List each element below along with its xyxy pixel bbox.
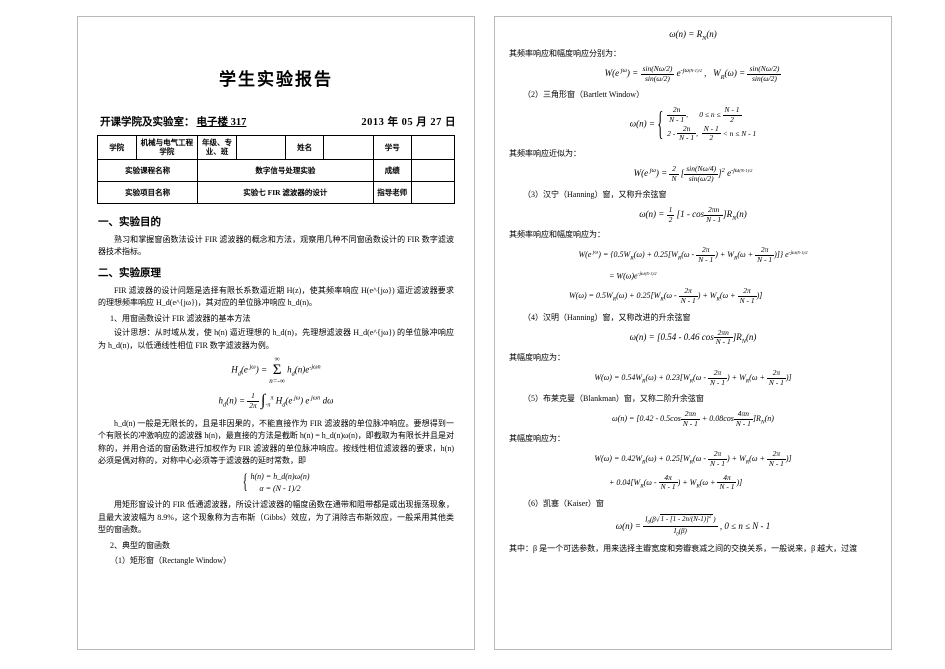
equation-bartlett-response: W(e jω) = 2N [sin(Nω/4) sin(ω/2)]2 e-jω(N… [633,163,753,183]
cell-college-label: 学院 [97,135,137,160]
cell-score-label: 成绩 [372,158,413,182]
equation-hd-dtft: Hd(e jω) = ∞ Σn=-∞ hd(n)e-jωn [231,355,321,386]
cell-grade-major-label: 年级、专业、班 [197,135,237,160]
cell-project-value: 实验七 FIR 滤波器的设计 [197,180,374,204]
equation-hamming-amp: W(ω) = 0.54WR(ω) + 0.23[WR(ω - 2π N - 1) … [594,367,792,387]
cell-project-label: 实验项目名称 [96,180,199,204]
equation-system-line2: α = (N - 1)/2 [259,484,301,494]
label-amp-response-4: 其幅度响应为： [509,352,565,362]
cell-teacher-label: 指导老师 [372,180,413,204]
principle-paragraph-1: FIR 滤波器的设计问题是选择有限长系数逼近期 H(z)，使其频率响应 H(e^… [98,286,454,308]
window-bartlett-title: （2）三角形窗（Bartlett Window） [523,90,645,100]
left-body: 一、实验目的 熟习和掌握窗函数法设计 FIR 滤波器的概念和方法，观察用几种不同… [78,204,474,568]
equation-hanning-response-2: = W(ω)e-jω(N-1)/2 [609,270,657,281]
equation-bartlett: ω(n) = 2nN - 1, 0 ≤ n ≤ N - 12 2 - 2nN -… [509,106,877,143]
cell-id-label: 学号 [372,135,413,160]
window-kaiser-title: （6）凯塞（Kaiser）窗 [523,498,604,508]
right-page-sheet: ω(n) = RN(n) 其频率响应和幅度响应分别为： W(e jω) = si… [494,16,892,650]
info-table: 学院 机械与电气工程学院 年级、专业、班 姓名 学号 实验课程名称 数字信号处理… [96,135,455,204]
label-freq-amp-response-3: 其频率响应和幅度响应为： [509,230,605,240]
equation-hd-idtft: hd(n) = 1 2π ∫-ππ Hd(e jω) e jωn dω [218,391,334,410]
window-blackman-title: （5）布莱克曼（Blankman）窗，又称二阶升余弦窗 [523,394,704,404]
equation-hanning-response-1: W(e jω) = {0.5WR(ω) + 0.25[WR(ω - 2π N - … [578,245,808,265]
equation-system-line1: h(n) = h_d(n)ω(n) [250,472,310,482]
window-rectangle-title: （1）矩形窗（Rectangle Window） [110,555,232,565]
section-heading-purpose: 一、实验目的 [98,216,161,228]
cell-college-value: 机械与电气工程学院 [135,135,199,160]
subsection-2-title: 2、典型的窗函数 [110,540,170,550]
window-hanning-title: （3）汉宁（Hanning）窗，又称升余弦窗 [523,190,667,200]
cell-teacher-value [411,180,455,204]
meta-label: 开课学院及实验室： [100,117,195,128]
table-row: 实验项目名称 实验七 FIR 滤波器的设计 指导老师 [96,180,455,204]
table-row: 实验课程名称 数字信号处理实验 成绩 [96,158,455,182]
cell-grade-major-value [235,135,286,160]
page-title: 学生实验报告 [219,70,333,89]
cell-course-value: 数字信号处理实验 [197,158,374,182]
equation-blackman-amp-2: + 0.04[WR(ω - 4π N - 1) + WR(ω + 4π N - 1)… [609,472,743,492]
kaiser-footer-note: 其中：β 是一个可选参数，用来选择主瓣宽度和旁瓣衰减之间的交换关系，一般说来，β… [509,544,858,554]
purpose-paragraph: 熟习和掌握窗函数法设计 FIR 滤波器的概念和方法，观察用几种不同窗函数设计的 … [98,235,454,257]
cell-name-value [323,135,374,160]
cell-score-value [411,158,455,182]
equation-system: h(n) = h_d(n)ω(n) α = (N - 1)/2 [98,471,454,495]
right-body: ω(n) = RN(n) 其频率响应和幅度响应分别为： W(e jω) = si… [495,17,891,555]
subsection-1-title: 1、用窗函数设计 FIR 滤波器的基本方法 [110,313,251,323]
equation-hamming: ω(n) = [0.54 - 0.46 cos 2πn N - 1]RN(n) [629,327,757,347]
label-amp-response-5: 其幅度响应为： [509,434,565,444]
meta-date: 2013 年 05 月 27 日 [361,117,456,128]
subsection-1-paragraph: 设计思想：从时域从发，使 h(n) 逼近理想的 h_d(n)，先理想滤波器 H_… [98,328,454,350]
table-row: 学院 机械与电气工程学院 年级、专业、班 姓名 学号 [97,135,455,160]
equation-blackman-amp-1: W(ω) = 0.42WR(ω) + 0.25[WR(ω - 2π N - 1) … [594,449,792,469]
equation-rect-window: ω(n) = RN(n) [669,29,717,42]
cell-course-label: 实验课程名称 [96,158,199,182]
meta-value: 电子楼 317 [196,117,247,128]
equation-hanning-response-3: W(ω) = 0.5WR(ω) + 0.25[WR(ω - 2π N - 1) +… [569,286,763,306]
document-page: 学生实验报告 开课学院及实验室： 电子楼 317 2013 年 05 月 27 … [0,0,945,669]
subsection-1-paragraph-3: 用矩形窗设计的 FIR 低通滤波器，所设计滤波器的幅度函数在通带和阻带都是或出现… [98,500,454,535]
cell-id-value [411,135,455,160]
left-page-sheet: 学生实验报告 开课学院及实验室： 电子楼 317 2013 年 05 月 27 … [77,16,475,650]
label-freq-amp-response-1: 其频率响应和幅度响应分别为： [509,49,621,59]
equation-hanning: ω(n) = 12 [1 - cos 2πn N - 1]RN(n) [639,205,747,224]
subsection-1-paragraph-2: h_d(n) 一般是无限长的，且是非因果的，不能直接作为 FIR 滤波器的单位脉… [98,418,454,465]
equation-kaiser: ω(n) = I0(β√1 - [1 - 2n/(N-1)]2) I0(β) ,… [615,514,771,538]
equation-kaiser-head: ω(n) = [615,520,641,531]
window-hamming-title: （4）汉明（Hanning）窗，又称改进的升余弦窗 [523,312,691,322]
meta-row: 开课学院及实验室： 电子楼 317 2013 年 05 月 27 日 [78,114,474,129]
equation-rect-response: W(e jω) = sin(Nω/2) sin(ω/2) e-jω(N-1)/2 … [604,64,782,83]
label-freq-response-2: 其频率响应近似为： [509,148,581,158]
equation-kaiser-range: , 0 ≤ n ≤ N - 1 [719,520,771,531]
section-heading-principle: 二、实验原理 [98,267,161,279]
cell-name-label: 姓名 [284,135,325,160]
equation-blackman: ω(n) = [0.42 - 0.5cos 2πn N - 1 + 0.08cos 4… [612,409,774,428]
equation-bartlett-head: ω(n) = [629,118,655,129]
